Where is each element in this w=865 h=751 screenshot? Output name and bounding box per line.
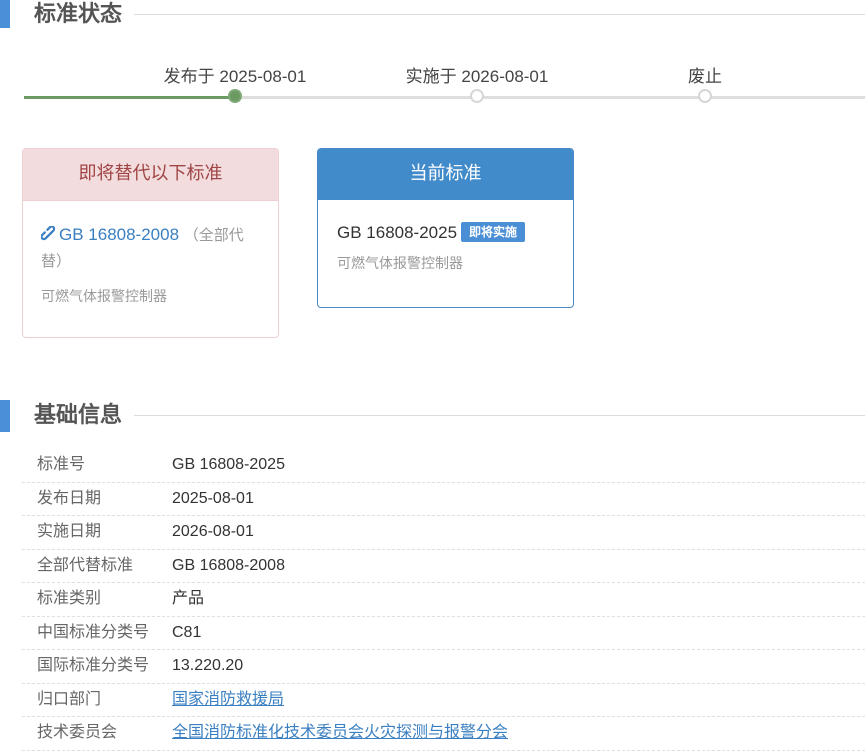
timeline-label-published: 发布于 2025-08-01 (163, 67, 307, 86)
info-value: 产品 (172, 590, 205, 607)
timeline-label-effective: 实施于 2026-08-01 (405, 67, 549, 86)
section-accent-bar (0, 0, 10, 28)
replace-card-header: 即将替代以下标准 (23, 149, 278, 201)
info-key: 全部代替标准 (37, 556, 134, 574)
info-value: 13.220.20 (172, 657, 244, 674)
current-standard-card: 当前标准 GB 16808-2025 即将实施 可燃气体报警控制器 (317, 148, 574, 308)
info-value: 2025-08-01 (172, 489, 254, 507)
info-row-standard-number: 标准号 GB 16808-2025 (22, 449, 865, 483)
info-key: 发布日期 (37, 489, 102, 507)
info-key: 实施日期 (37, 523, 102, 540)
replaced-standard-link[interactable]: GB 16808-2008 (40, 225, 184, 244)
replace-note-line1: （全部代 (183, 227, 244, 244)
info-value: GB 16808-2008 (172, 556, 285, 574)
info-row-ccs: 中国标准分类号 C81 (22, 617, 865, 650)
basic-info-section-header: 基础信息 (0, 400, 865, 432)
timeline-dot-abolished (698, 89, 712, 103)
info-key: 技术委员会 (37, 724, 118, 741)
info-value: C81 (172, 623, 202, 641)
current-standard-code: GB 16808-2025 (337, 223, 458, 242)
timeline-label-abolished: 废止 (688, 67, 722, 86)
current-card-header: 当前标准 (318, 149, 573, 200)
replaced-standard-name: 可燃气体报警控制器 (41, 288, 167, 304)
replace-standards-card: 即将替代以下标准 GB 16808-2008 （全部代 替） 可燃气体报警控制器 (22, 148, 279, 338)
timeline-dot-published (228, 89, 242, 103)
section-accent-bar (0, 400, 10, 432)
status-section-title: 标准状态 (34, 1, 123, 26)
info-row-effective-date: 实施日期 2026-08-01 (22, 516, 865, 550)
committee-link[interactable]: 全国消防标准化技术委员会火灾探测与报警分会 (172, 717, 508, 749)
info-key: 标准号 (37, 456, 86, 473)
replace-note-line2: 替） (41, 253, 72, 270)
current-card-body: GB 16808-2025 即将实施 可燃气体报警控制器 (318, 200, 573, 273)
info-row-replaces: 全部代替标准 GB 16808-2008 (22, 550, 865, 583)
info-row-category: 标准类别 产品 (22, 583, 865, 617)
basic-info-section-title: 基础信息 (34, 402, 123, 427)
replaced-standard-code: GB 16808-2008 (59, 225, 180, 244)
timeline-dot-effective (470, 89, 484, 103)
info-key: 国际标准分类号 (37, 657, 150, 674)
current-standard-name: 可燃气体报警控制器 (337, 255, 463, 271)
section-divider (134, 14, 865, 15)
info-value: GB 16808-2025 (172, 456, 285, 473)
replace-card-body: GB 16808-2008 （全部代 替） 可燃气体报警控制器 (23, 201, 278, 306)
link-icon (40, 225, 58, 248)
info-key: 标准类别 (37, 590, 102, 607)
info-row-ics: 国际标准分类号 13.220.20 (22, 650, 865, 684)
section-divider (134, 415, 865, 416)
info-value: 2026-08-01 (172, 523, 254, 540)
info-row-committee: 技术委员会 全国消防标准化技术委员会火灾探测与报警分会 (22, 717, 865, 751)
basic-info-table: 标准号 GB 16808-2025 发布日期 2025-08-01 实施日期 2… (22, 449, 865, 751)
timeline-progress (24, 96, 235, 99)
status-section-header: 标准状态 (0, 0, 865, 32)
info-row-department: 归口部门 国家消防救援局 (22, 684, 865, 717)
info-key: 中国标准分类号 (37, 623, 150, 641)
info-row-publish-date: 发布日期 2025-08-01 (22, 483, 865, 516)
department-link[interactable]: 国家消防救援局 (172, 684, 284, 716)
status-badge: 即将实施 (461, 222, 526, 242)
info-key: 归口部门 (37, 690, 102, 708)
